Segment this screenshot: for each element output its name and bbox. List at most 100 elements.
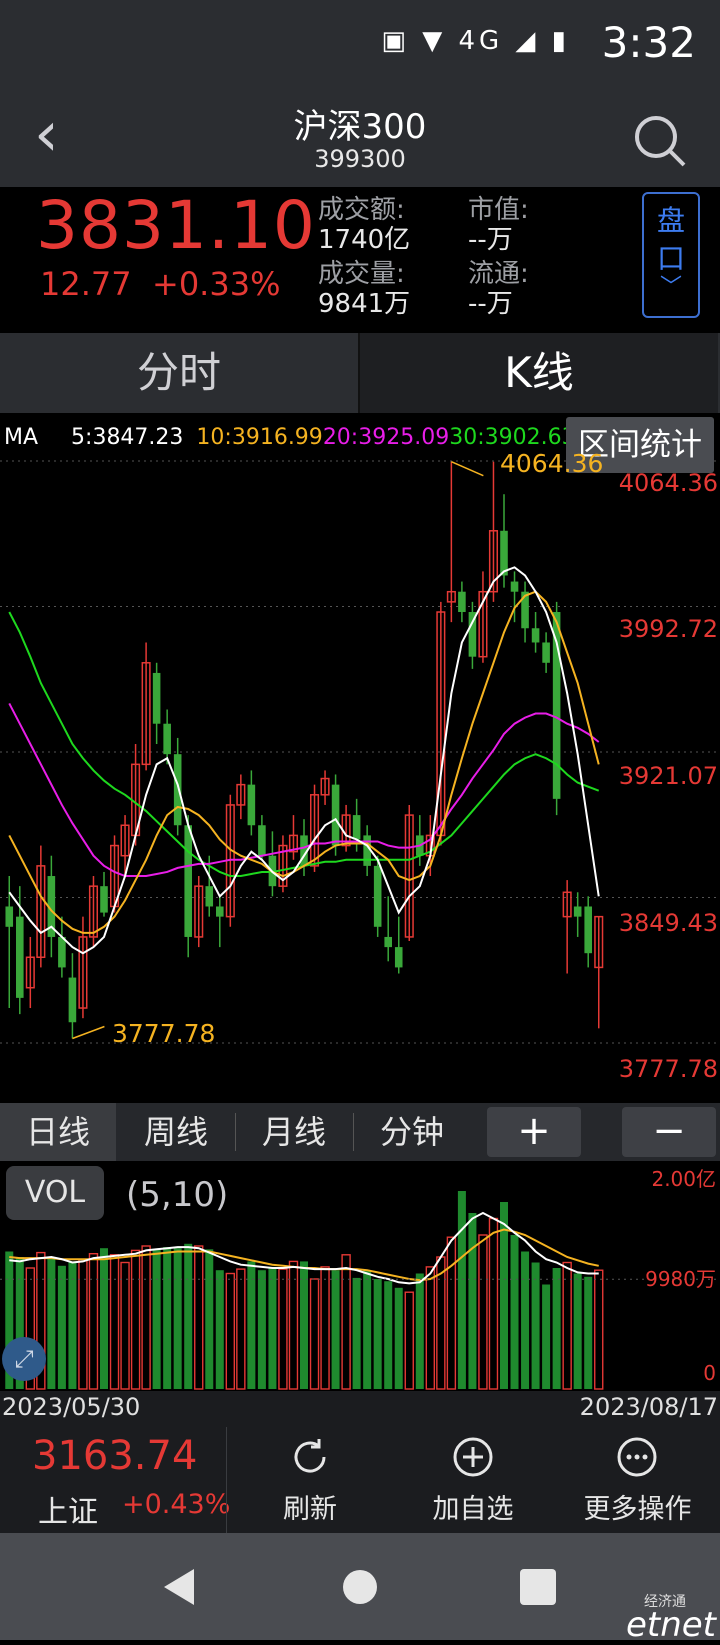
volume-bar xyxy=(584,1276,593,1389)
more-actions-label: 更多操作 xyxy=(583,1494,692,1525)
period-daily[interactable]: 日线 xyxy=(0,1103,116,1161)
vol-params: (5,10) xyxy=(126,1175,229,1215)
period-minute[interactable]: 分钟 xyxy=(354,1103,470,1161)
candle-body xyxy=(5,906,14,927)
volume-bar xyxy=(194,1245,204,1390)
pankou-label: 盘口 xyxy=(656,204,685,275)
search-icon[interactable] xyxy=(630,111,690,171)
more-actions-button[interactable]: 更多操作 xyxy=(570,1427,705,1533)
candle-body xyxy=(373,865,382,927)
stock-code: 399300 xyxy=(314,145,406,173)
volume-chart[interactable]: VOL (5,10) 2.00亿 9980万 0 ⤢ xyxy=(0,1161,720,1391)
volume-bar xyxy=(488,1217,499,1390)
page-title: 沪深300 xyxy=(293,107,427,147)
volume-bar xyxy=(457,1191,466,1389)
candle-body xyxy=(394,947,403,968)
ma10-value: 10:3916.99 xyxy=(196,425,323,450)
max-annotation: 4064.36 xyxy=(500,449,604,478)
ma10-line xyxy=(8,590,600,934)
zoom-out-button[interactable]: − xyxy=(622,1107,716,1157)
volume-bar xyxy=(521,1251,530,1389)
index-name: 上证 xyxy=(38,1495,98,1530)
kline-chart[interactable]: MA 5:3847.23 10:3916.9920:3925.0930:3902… xyxy=(0,413,720,1103)
more-icon xyxy=(617,1437,657,1477)
ma-label: MA xyxy=(4,425,39,450)
date-end: 2023/08/17 xyxy=(579,1393,718,1421)
volume-bar xyxy=(215,1270,224,1389)
volume-bar xyxy=(394,1287,403,1389)
vol-tick-mid: 9980万 xyxy=(645,1267,716,1291)
volume-bar xyxy=(288,1260,299,1390)
chevron-down-icon: ﹀ xyxy=(659,275,682,300)
candle-body xyxy=(258,825,266,856)
volume-bar xyxy=(478,1234,488,1390)
last-price: 3831.10 xyxy=(36,187,316,264)
volume-bar xyxy=(184,1243,193,1389)
float-value: --万 xyxy=(468,289,513,319)
volume-bar xyxy=(363,1270,372,1389)
volume-bar xyxy=(57,1265,66,1389)
volume-bar xyxy=(68,1262,77,1389)
fullscreen-icon[interactable]: ⤢ xyxy=(2,1337,46,1381)
ma30-value: 30:3902.63 xyxy=(449,425,576,450)
candles xyxy=(5,461,604,1039)
status-time: 3:32 xyxy=(601,18,696,67)
volume-bar xyxy=(247,1261,256,1389)
candle-body xyxy=(531,628,540,643)
candle-body xyxy=(542,642,550,663)
volume-bar xyxy=(78,1258,88,1390)
min-pointer xyxy=(72,1025,105,1040)
volume-bar xyxy=(404,1291,414,1390)
candle-body xyxy=(16,916,24,998)
period-weekly[interactable]: 周线 xyxy=(118,1103,234,1161)
candle-body xyxy=(173,754,182,826)
refresh-button[interactable]: 刷新 xyxy=(250,1427,370,1533)
candle-body xyxy=(163,723,171,755)
vol-tick-zero: 0 xyxy=(703,1361,716,1385)
zoom-in-button[interactable]: + xyxy=(487,1107,581,1157)
volume-svg xyxy=(0,1191,720,1390)
vol-tick-max: 2.00亿 xyxy=(651,1167,716,1191)
index-pct: +0.43% xyxy=(122,1489,231,1520)
volume-bar xyxy=(510,1235,519,1389)
volume-bar xyxy=(47,1257,56,1389)
ma-legend: MA 5:3847.23 10:3916.9920:3925.0930:3902… xyxy=(4,425,576,450)
volume-bar xyxy=(542,1284,551,1389)
nav-back-icon[interactable] xyxy=(160,1567,200,1607)
candle-body xyxy=(573,906,582,917)
ma5-value: 5:3847.23 xyxy=(71,425,184,450)
candle-body xyxy=(352,815,361,840)
volume-bars xyxy=(5,1191,604,1390)
min-annotation: 3777.78 xyxy=(112,1019,216,1048)
index-price: 3163.74 xyxy=(32,1433,198,1479)
max-pointer xyxy=(451,461,484,477)
y-tick-4: 3777.78 xyxy=(618,1055,718,1083)
bottom-toolbar: 3163.74 上证 +0.43% 刷新 加自选 更多操作 xyxy=(0,1427,720,1533)
nav-recents-icon[interactable] xyxy=(520,1569,556,1605)
mktcap-value: --万 xyxy=(468,225,513,255)
vol-indicator-button[interactable]: VOL xyxy=(6,1166,104,1220)
candle-body xyxy=(458,591,466,613)
period-monthly[interactable]: 月线 xyxy=(236,1103,352,1161)
index-ticker[interactable]: 3163.74 上证 +0.43% xyxy=(0,1427,230,1533)
price-change: 12.77 xyxy=(40,265,132,303)
volume-bar xyxy=(384,1281,393,1389)
network-indicator: ▣ ▼ 4G ◢ ▮ xyxy=(381,26,570,56)
nav-home-icon[interactable] xyxy=(340,1567,380,1607)
status-bar: ▣ ▼ 4G ◢ ▮ 3:32 xyxy=(0,0,720,95)
volume-bar xyxy=(341,1254,351,1390)
volume-bar xyxy=(100,1248,108,1389)
ma-lines xyxy=(8,461,600,1040)
plus-circle-icon xyxy=(453,1437,493,1477)
volume-bar xyxy=(320,1266,330,1390)
pankou-button[interactable]: 盘口 ﹀ xyxy=(642,192,700,318)
tab-intraday[interactable]: 分时 xyxy=(0,333,358,413)
tab-kline[interactable]: K线 xyxy=(360,333,718,413)
volume-bar xyxy=(446,1236,457,1390)
volume-bar xyxy=(152,1249,161,1389)
candle-body xyxy=(68,977,77,1023)
volume-value: 9841万 xyxy=(318,289,411,319)
volume-bar xyxy=(109,1254,120,1390)
add-watchlist-button[interactable]: 加自选 xyxy=(413,1427,533,1533)
volume-bar xyxy=(225,1272,236,1390)
